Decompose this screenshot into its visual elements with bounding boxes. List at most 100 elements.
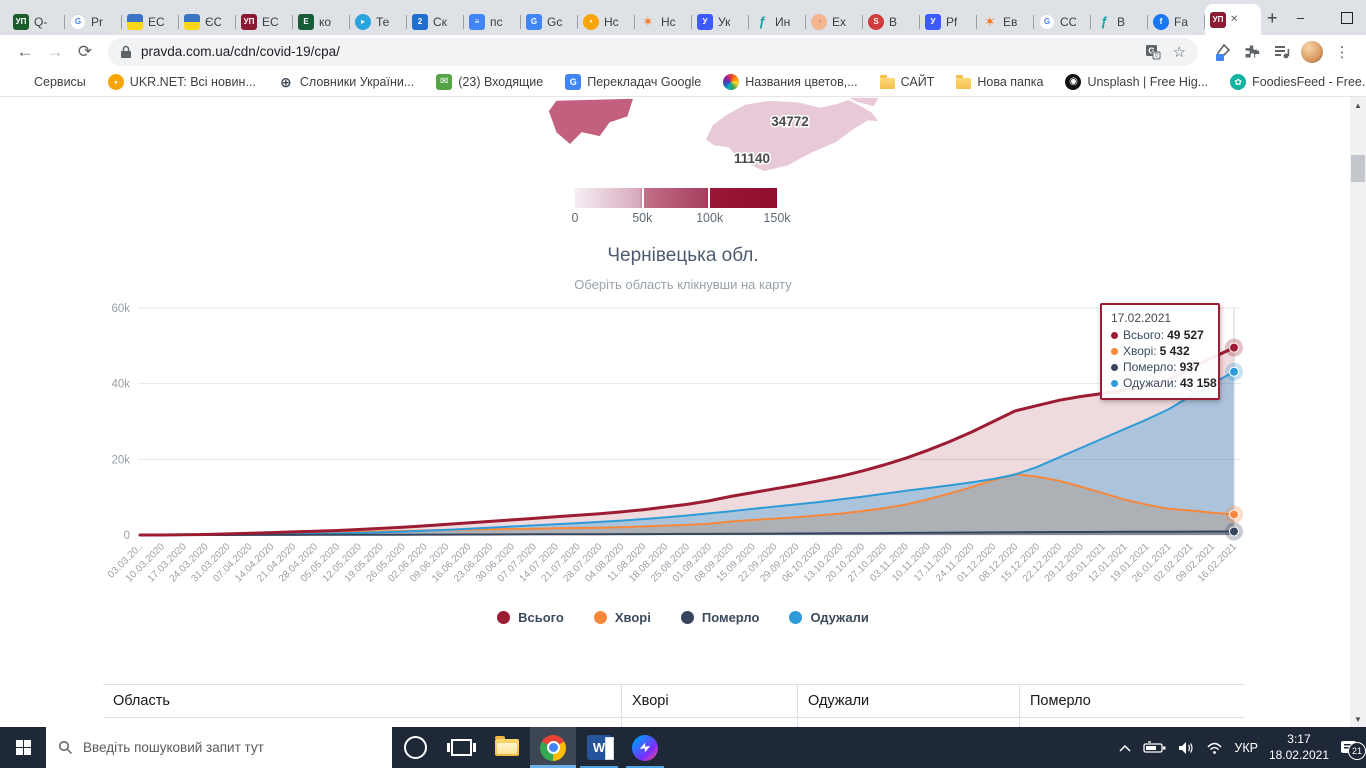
cortana-button[interactable] bbox=[392, 727, 438, 768]
tooltip-series-value: 5 432 bbox=[1160, 344, 1190, 358]
browser-tab[interactable]: УPf bbox=[920, 8, 977, 35]
new-tab-button[interactable]: + bbox=[1267, 4, 1278, 32]
bookmark-item[interactable]: Сервисы bbox=[14, 75, 86, 89]
browser-tab[interactable]: SВ bbox=[863, 8, 920, 35]
browser-tab[interactable]: GСС bbox=[1034, 8, 1091, 35]
browser-tab[interactable]: ƒИн bbox=[749, 8, 806, 35]
bookmark-item[interactable]: ◉Unsplash | Free Hig... bbox=[1065, 74, 1208, 90]
tooltip-series-value: 937 bbox=[1180, 360, 1200, 374]
clock-time: 3:17 bbox=[1287, 732, 1310, 746]
bookmark-item[interactable]: •UKR.NET: Всі новин... bbox=[108, 74, 256, 90]
volume-icon[interactable] bbox=[1178, 741, 1195, 755]
browser-tab[interactable]: У Ук bbox=[692, 8, 749, 35]
browser-tab[interactable]: Еко bbox=[293, 8, 350, 35]
media-playlist-icon[interactable] bbox=[1268, 38, 1296, 66]
tab-title: Ук bbox=[718, 15, 730, 29]
bookmark-item[interactable]: ✉(23) Входящие bbox=[436, 74, 543, 90]
browser-tab[interactable]: УПЕС bbox=[236, 8, 293, 35]
telegram-icon: ▸ bbox=[355, 14, 371, 30]
browser-tab[interactable]: GPr bbox=[65, 8, 122, 35]
browser-tab[interactable]: fFa bbox=[1148, 8, 1205, 35]
bookmark-label: UKR.NET: Всі новин... bbox=[130, 75, 256, 89]
browser-tab[interactable]: •Нс bbox=[578, 8, 635, 35]
browser-tab[interactable]: ЄС bbox=[179, 8, 236, 35]
browser-tab[interactable]: GGс bbox=[521, 8, 578, 35]
maximize-icon bbox=[1341, 12, 1353, 24]
profile-avatar[interactable] bbox=[1298, 38, 1326, 66]
scroll-down-icon[interactable]: ▼ bbox=[1350, 711, 1366, 727]
browser-tab[interactable]: ƒВ bbox=[1091, 8, 1148, 35]
messenger-taskbar-button[interactable] bbox=[622, 727, 668, 768]
bookmark-item[interactable]: ⊕Словники України... bbox=[278, 74, 414, 90]
tab-close-icon[interactable]: ✕ bbox=[1230, 14, 1238, 25]
browser-tab[interactable]: ✶Ев bbox=[977, 8, 1034, 35]
active-tab[interactable]: УП✕ bbox=[1205, 4, 1261, 35]
google-translate-icon: G bbox=[526, 14, 542, 30]
page-scrollbar[interactable]: ▲ ▼ bbox=[1350, 97, 1366, 727]
translate-icon[interactable]: G文 bbox=[1145, 44, 1161, 60]
word-taskbar-button[interactable]: W bbox=[576, 727, 622, 768]
regions-table: ОбластьХворіОдужалиПомерло bbox=[103, 684, 1245, 727]
start-button[interactable] bbox=[0, 727, 46, 768]
task-view-button[interactable] bbox=[438, 727, 484, 768]
table-row[interactable] bbox=[103, 718, 1245, 727]
bookmark-item[interactable]: Нова папка bbox=[956, 75, 1043, 89]
back-button[interactable]: ← bbox=[10, 37, 40, 67]
chrome-taskbar-button[interactable] bbox=[530, 727, 576, 768]
maximize-button[interactable] bbox=[1324, 0, 1366, 35]
tray-chevron-up-icon[interactable] bbox=[1118, 743, 1132, 753]
cortana-icon bbox=[404, 736, 427, 759]
bookmark-item[interactable]: ✿FoodiesFeed - Free... bbox=[1230, 74, 1366, 90]
minimize-button[interactable]: – bbox=[1278, 0, 1324, 35]
language-indicator[interactable]: УКР bbox=[1234, 741, 1258, 755]
bookmark-item[interactable]: САЙТ bbox=[880, 75, 935, 89]
browser-tab[interactable]: 2Ск bbox=[407, 8, 464, 35]
task-view-icon bbox=[451, 739, 472, 756]
teal-f-icon: ƒ bbox=[1096, 14, 1112, 30]
extensions-puzzle-icon[interactable] bbox=[1238, 38, 1266, 66]
color-picker-extension-icon[interactable] bbox=[1208, 38, 1236, 66]
windows-taskbar: Введіть пошуковий запит тут W УКР 3:17 1… bbox=[0, 727, 1366, 768]
taskbar-search-input[interactable]: Введіть пошуковий запит тут bbox=[46, 727, 392, 768]
apps-grid-icon bbox=[14, 75, 28, 89]
last-point-dot-0[interactable] bbox=[1230, 343, 1239, 352]
bookmark-item[interactable]: Названия цветов,... bbox=[723, 74, 857, 90]
taskbar-clock[interactable]: 3:17 18.02.2021 bbox=[1269, 732, 1329, 763]
address-bar[interactable]: pravda.com.ua/cdn/covid-19/cpa/ G文 ☆ bbox=[108, 38, 1198, 66]
file-explorer-icon bbox=[495, 739, 519, 756]
legend-item[interactable]: Померло bbox=[681, 610, 760, 625]
browser-tab[interactable]: УПQ- bbox=[8, 8, 65, 35]
browser-menu-icon[interactable]: ⋮ bbox=[1328, 38, 1356, 66]
browser-tab[interactable]: ЕС bbox=[122, 8, 179, 35]
wifi-icon[interactable] bbox=[1206, 741, 1223, 755]
browser-tab[interactable]: ◔Ex bbox=[806, 8, 863, 35]
chrome-icon bbox=[540, 735, 566, 761]
tooltip-series-dot bbox=[1111, 348, 1118, 355]
table-header-cell[interactable]: Одужали bbox=[797, 685, 1019, 717]
scrollbar-thumb[interactable] bbox=[1351, 155, 1365, 182]
reload-button[interactable]: ⟳ bbox=[70, 37, 100, 67]
legend-item[interactable]: Всього bbox=[497, 610, 564, 625]
legend-item[interactable]: Хворі bbox=[594, 610, 651, 625]
bookmark-star-icon[interactable]: ☆ bbox=[1173, 43, 1186, 61]
table-header-cell[interactable]: Померло bbox=[1019, 685, 1245, 717]
table-header-cell[interactable]: Область bbox=[103, 685, 621, 717]
browser-tab[interactable]: ≡пс bbox=[464, 8, 521, 35]
battery-icon[interactable] bbox=[1143, 741, 1167, 755]
last-point-dot-3[interactable] bbox=[1230, 367, 1239, 376]
blue-u-icon: У bbox=[697, 14, 713, 30]
last-point-dot-2[interactable] bbox=[1230, 527, 1239, 536]
map-region-odesa-fragment[interactable] bbox=[548, 98, 634, 145]
browser-tab[interactable]: ▸Те bbox=[350, 8, 407, 35]
table-header-cell[interactable]: Хворі bbox=[621, 685, 797, 717]
forward-button[interactable]: → bbox=[40, 37, 70, 67]
notification-center-button[interactable]: 21 bbox=[1340, 740, 1358, 756]
browser-tab[interactable]: ✶Нс bbox=[635, 8, 692, 35]
color-wheel-icon bbox=[723, 74, 739, 90]
legend-item[interactable]: Одужали bbox=[789, 610, 868, 625]
bookmark-item[interactable]: GПерекладач Google bbox=[565, 74, 701, 90]
file-explorer-button[interactable] bbox=[484, 727, 530, 768]
scroll-up-icon[interactable]: ▲ bbox=[1350, 97, 1366, 113]
last-point-dot-1[interactable] bbox=[1230, 510, 1239, 519]
map-region-crimea[interactable] bbox=[705, 99, 880, 172]
